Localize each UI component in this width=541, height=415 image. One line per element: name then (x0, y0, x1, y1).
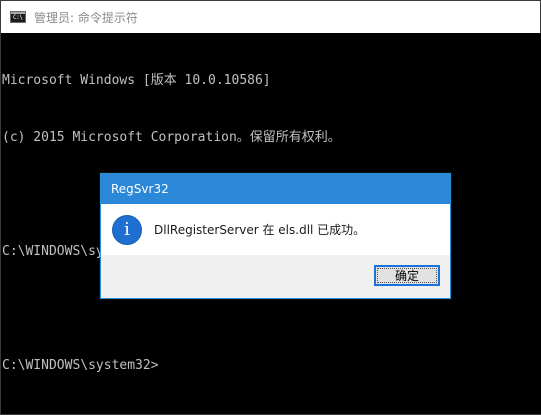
dialog-title: RegSvr32 (111, 182, 169, 196)
dialog-title-bar[interactable]: RegSvr32 (101, 174, 450, 204)
console-line: Microsoft Windows [版本 10.0.10586] (2, 73, 271, 88)
cmd-icon-glyph: C:\ (13, 14, 23, 21)
window-title: 管理员: 命令提示符 (34, 10, 138, 25)
console-line: (c) 2015 Microsoft Corporation。保留所有权利。 (2, 130, 341, 145)
regsvr32-dialog: RegSvr32 i DllRegisterServer 在 els.dll 已… (100, 173, 451, 299)
info-icon: i (112, 214, 142, 245)
command-prompt-window: C:\ 管理员: 命令提示符 Microsoft Windows [版本 10.… (0, 0, 541, 415)
console-prompt-line: C:\WINDOWS\system32> (2, 358, 159, 373)
ok-button[interactable]: 确定 (374, 265, 440, 286)
cmd-icon: C:\ (10, 11, 26, 23)
dialog-message: DllRegisterServer 在 els.dll 已成功。 (154, 223, 366, 237)
dialog-footer: 确定 (101, 255, 450, 298)
title-bar[interactable]: C:\ 管理员: 命令提示符 (1, 1, 540, 33)
info-icon-glyph: i (124, 218, 130, 240)
dialog-body: i DllRegisterServer 在 els.dll 已成功。 (101, 204, 450, 255)
